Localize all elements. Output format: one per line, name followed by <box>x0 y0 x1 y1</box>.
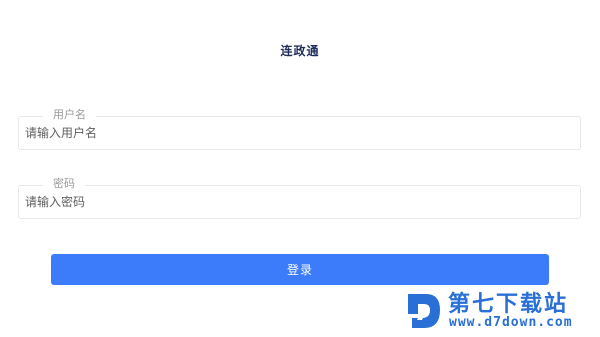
watermark-url: www.d7down.com <box>449 315 573 330</box>
watermark: 第七下载站 www.d7down.com <box>404 282 596 334</box>
password-legend: 密码 <box>43 177 85 191</box>
login-page: 连政通 用户名 密码 登录 第七下载站 www.d7down.com <box>0 0 600 337</box>
watermark-name: 第七下载站 <box>448 292 569 317</box>
username-legend: 用户名 <box>43 108 96 122</box>
login-button[interactable]: 登录 <box>51 254 549 285</box>
password-field[interactable]: 密码 <box>18 177 581 219</box>
app-title: 连政通 <box>280 44 320 58</box>
username-input[interactable] <box>25 123 565 143</box>
password-input[interactable] <box>25 192 565 212</box>
username-field[interactable]: 用户名 <box>18 108 581 150</box>
d7-logo-icon <box>408 294 440 328</box>
